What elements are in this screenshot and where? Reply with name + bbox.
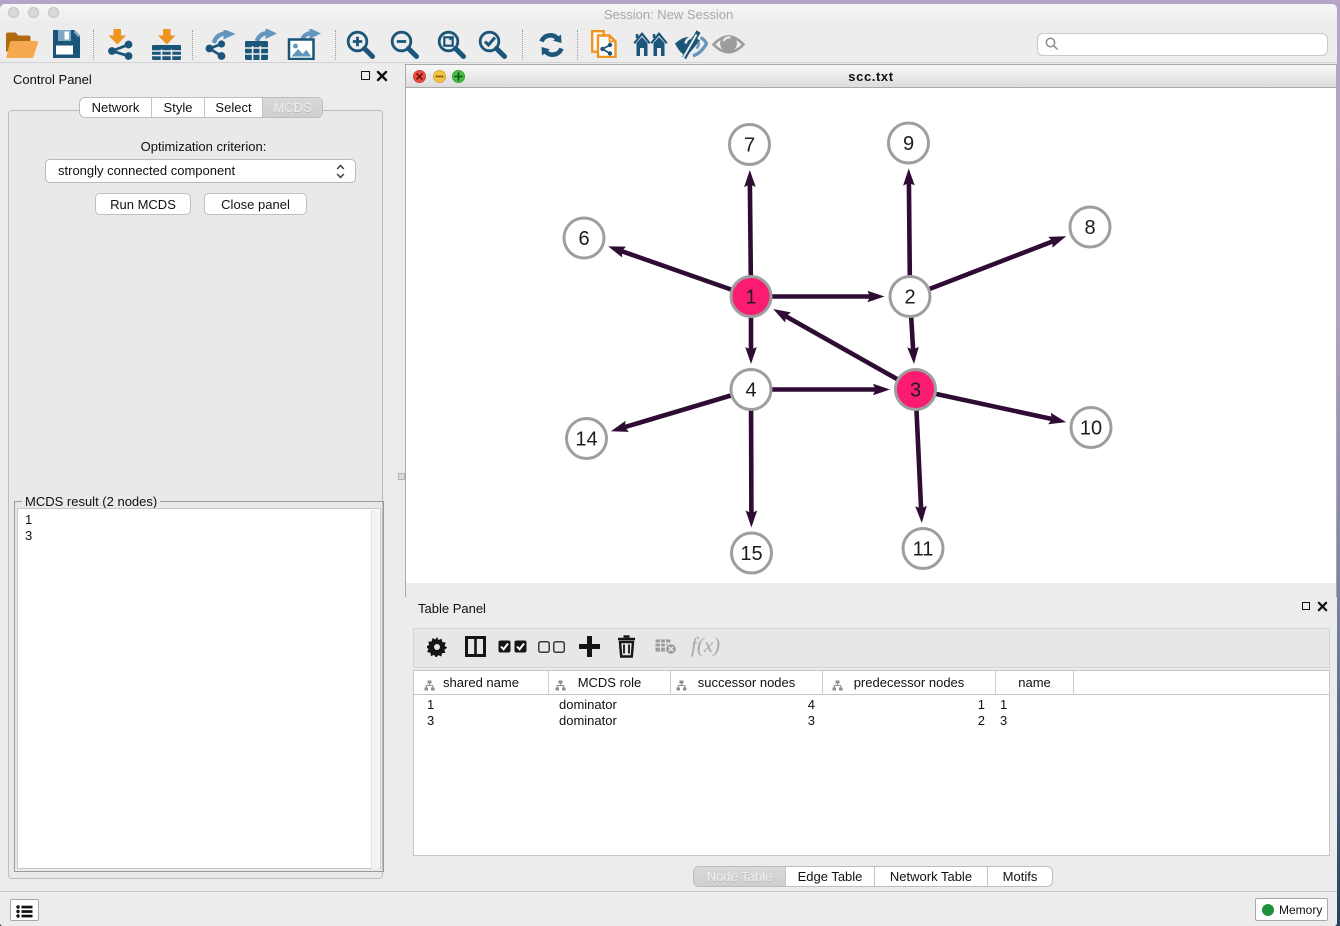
svg-text:14: 14 <box>575 429 597 451</box>
svg-text:10: 10 <box>1080 418 1102 440</box>
svg-text:2: 2 <box>904 287 915 309</box>
svg-text:7: 7 <box>744 135 755 157</box>
svg-text:8: 8 <box>1084 217 1095 239</box>
svg-text:9: 9 <box>903 133 914 155</box>
svg-text:11: 11 <box>913 539 934 561</box>
svg-text:1: 1 <box>745 287 756 309</box>
svg-text:4: 4 <box>745 380 756 402</box>
svg-text:3: 3 <box>910 380 921 402</box>
svg-text:15: 15 <box>740 543 762 565</box>
svg-text:6: 6 <box>578 228 589 250</box>
